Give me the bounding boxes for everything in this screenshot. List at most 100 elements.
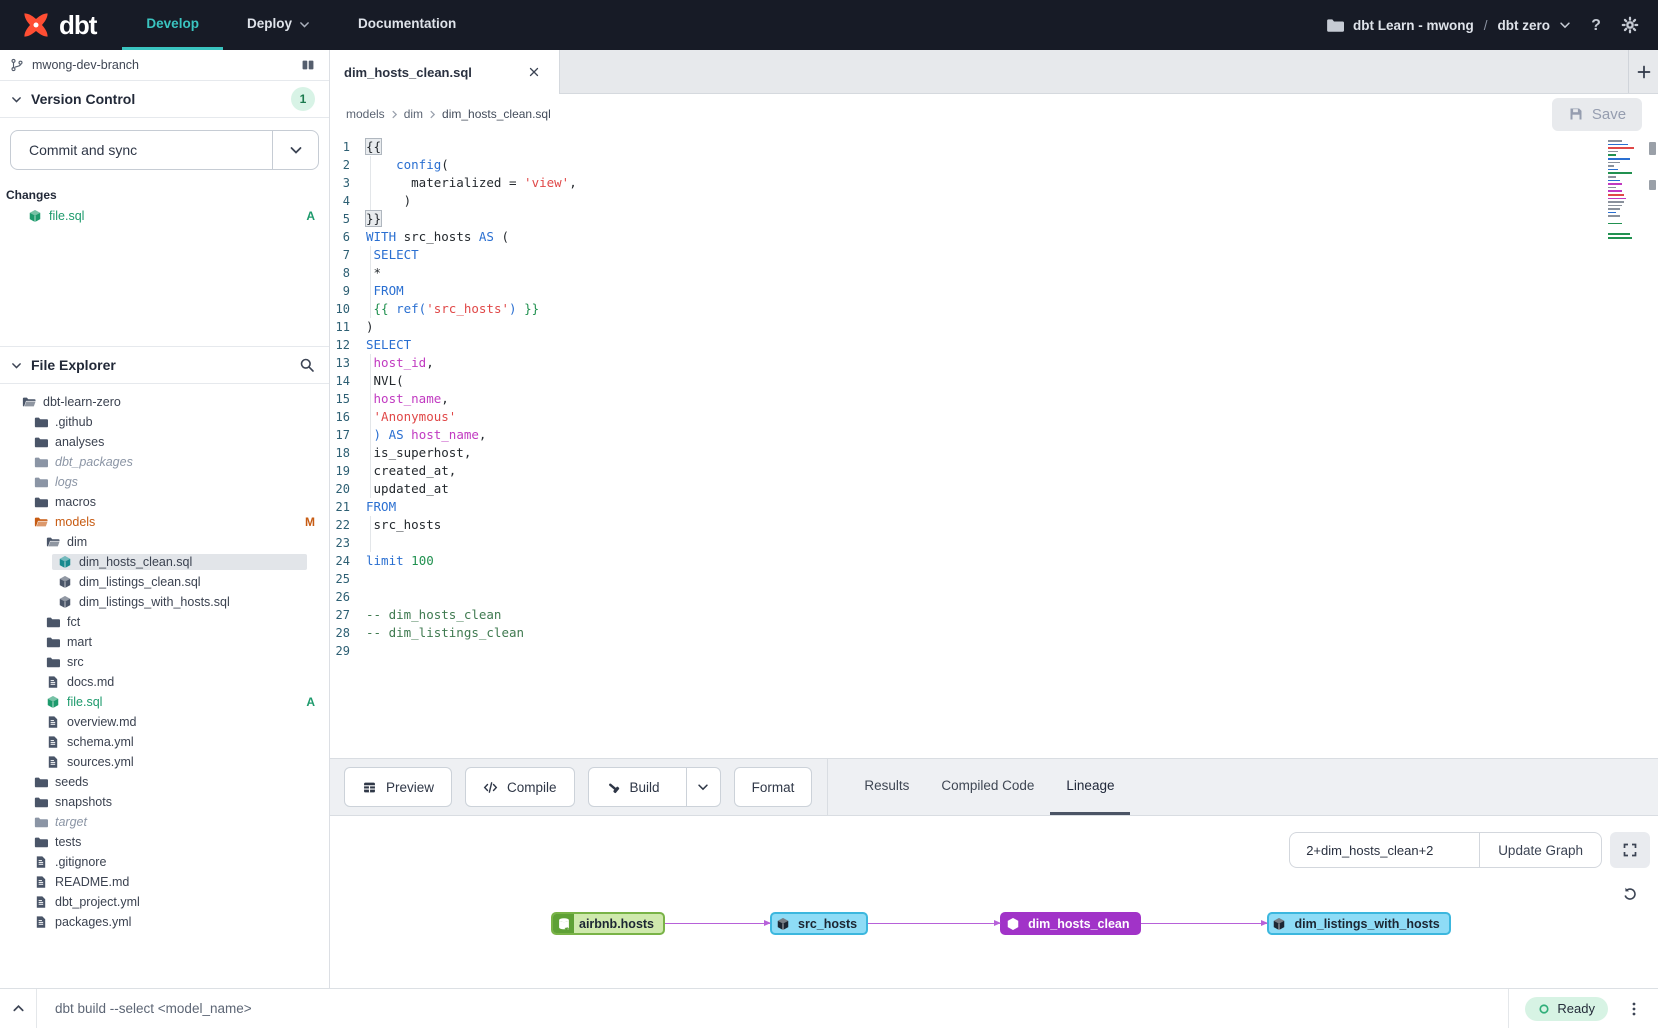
- account-switcher[interactable]: dbt Learn - mwong / dbt zero: [1325, 15, 1572, 35]
- tree-item-dim-listings-with-hosts-sql[interactable]: dim_listings_with_hosts.sql: [0, 592, 329, 612]
- code-line[interactable]: 15 host_name,: [330, 390, 1658, 408]
- tree-item-readme-md[interactable]: README.md: [0, 872, 329, 892]
- code-line[interactable]: 16 'Anonymous': [330, 408, 1658, 426]
- code-line[interactable]: 18 is_superhost,: [330, 444, 1658, 462]
- code-line[interactable]: 12SELECT: [330, 336, 1658, 354]
- code-line[interactable]: 11): [330, 318, 1658, 336]
- commit-and-sync-button[interactable]: Commit and sync: [10, 130, 319, 170]
- tree-item-tests[interactable]: tests: [0, 832, 329, 852]
- code-line[interactable]: 22 src_hosts: [330, 516, 1658, 534]
- format-button[interactable]: Format: [734, 767, 813, 807]
- lineage-node-airbnb-hosts[interactable]: airbnb.hosts: [551, 912, 665, 935]
- tree-item-overview-md[interactable]: overview.md: [0, 712, 329, 732]
- code-line[interactable]: 10 {{ ref('src_hosts') }}: [330, 300, 1658, 318]
- tree-item-packages-yml[interactable]: packages.yml: [0, 912, 329, 932]
- code-line[interactable]: 14 NVL(: [330, 372, 1658, 390]
- code-line[interactable]: 6WITH src_hosts AS (: [330, 228, 1658, 246]
- tree-item-logs[interactable]: logs: [0, 472, 329, 492]
- tree-item-dim-listings-clean-sql[interactable]: dim_listings_clean.sql: [0, 572, 329, 592]
- tab-dim-hosts-clean[interactable]: dim_hosts_clean.sql: [330, 50, 560, 94]
- search-icon[interactable]: [299, 357, 315, 373]
- fullscreen-button[interactable]: [1610, 832, 1650, 868]
- code-line[interactable]: 25: [330, 570, 1658, 588]
- new-tab-button[interactable]: [1628, 50, 1658, 93]
- tree-item-target[interactable]: target: [0, 812, 329, 832]
- tree-item-mart[interactable]: mart: [0, 632, 329, 652]
- code-line[interactable]: 23: [330, 534, 1658, 552]
- tree-item-schema-yml[interactable]: schema.yml: [0, 732, 329, 752]
- code-line[interactable]: 26: [330, 588, 1658, 606]
- tree-item--github[interactable]: .github: [0, 412, 329, 432]
- code-line[interactable]: 20 updated_at: [330, 480, 1658, 498]
- tree-item-docs-md[interactable]: docs.md: [0, 672, 329, 692]
- code-line[interactable]: 8 *: [330, 264, 1658, 282]
- file-explorer-header[interactable]: File Explorer: [0, 347, 329, 384]
- scrollbar-thumb[interactable]: [1649, 180, 1656, 190]
- command-input[interactable]: dbt build --select <model_name>: [36, 989, 1509, 1028]
- code-line[interactable]: 13 host_id,: [330, 354, 1658, 372]
- save-button[interactable]: Save: [1552, 98, 1642, 131]
- tree-item-seeds[interactable]: seeds: [0, 772, 329, 792]
- code-line[interactable]: 1{{: [330, 138, 1658, 156]
- code-line[interactable]: 3 materialized = 'view',: [330, 174, 1658, 192]
- nav-item-develop[interactable]: Develop: [122, 0, 223, 50]
- tree-item-dim-hosts-clean-sql[interactable]: dim_hosts_clean.sql: [0, 552, 329, 572]
- reset-graph-button[interactable]: [1610, 876, 1650, 912]
- tab-lineage[interactable]: Lineage: [1050, 759, 1130, 815]
- tree-item-dbt-learn-zero[interactable]: dbt-learn-zero: [0, 392, 329, 412]
- breadcrumb-models[interactable]: models: [346, 107, 385, 121]
- lineage-node-dim-listings-with-hosts[interactable]: dim_listings_with_hosts: [1267, 912, 1451, 935]
- tree-item-snapshots[interactable]: snapshots: [0, 792, 329, 812]
- tree-item-models[interactable]: modelsM: [0, 512, 329, 532]
- code-line[interactable]: 19 created_at,: [330, 462, 1658, 480]
- tree-item-analyses[interactable]: analyses: [0, 432, 329, 452]
- breadcrumb-dim[interactable]: dim: [404, 107, 423, 121]
- branch-row[interactable]: mwong-dev-branch: [0, 50, 329, 81]
- scrollbar-thumb[interactable]: [1649, 142, 1656, 155]
- code-line[interactable]: 5}}: [330, 210, 1658, 228]
- close-icon[interactable]: [527, 63, 545, 81]
- tree-item-src[interactable]: src: [0, 652, 329, 672]
- tree-item-fct[interactable]: fct: [0, 612, 329, 632]
- tree-item-file-sql[interactable]: file.sqlA: [0, 692, 329, 712]
- breadcrumb-dim-hosts-clean-sql[interactable]: dim_hosts_clean.sql: [442, 107, 551, 121]
- preview-button[interactable]: Preview: [344, 767, 452, 807]
- code-editor[interactable]: 1{{2 config(3 materialized = 'view',4 )5…: [330, 134, 1658, 758]
- tab-compiled-code[interactable]: Compiled Code: [925, 759, 1050, 815]
- command-bar-toggle[interactable]: [0, 989, 36, 1028]
- update-graph-button[interactable]: Update Graph: [1479, 832, 1602, 868]
- build-options-caret[interactable]: [686, 768, 720, 806]
- commit-options-caret[interactable]: [272, 131, 318, 169]
- kebab-menu-icon[interactable]: [1626, 1001, 1642, 1017]
- reader-view-icon[interactable]: [301, 58, 315, 72]
- code-line[interactable]: 27-- dim_hosts_clean: [330, 606, 1658, 624]
- dbt-logo[interactable]: dbt: [0, 0, 122, 50]
- compile-button[interactable]: Compile: [465, 767, 575, 807]
- gear-icon[interactable]: [1620, 15, 1640, 35]
- code-line[interactable]: 2 config(: [330, 156, 1658, 174]
- editor-minimap[interactable]: [1608, 140, 1642, 241]
- tree-item-dbt-packages[interactable]: dbt_packages: [0, 452, 329, 472]
- code-line[interactable]: 29: [330, 642, 1658, 660]
- nav-item-documentation[interactable]: Documentation: [334, 0, 480, 50]
- lineage-node-src-hosts[interactable]: src_hosts: [770, 912, 868, 935]
- tab-results[interactable]: Results: [848, 759, 925, 815]
- lineage-node-dim-hosts-clean[interactable]: dim_hosts_clean: [1000, 912, 1140, 935]
- code-line[interactable]: 28-- dim_listings_clean: [330, 624, 1658, 642]
- code-line[interactable]: 24limit 100: [330, 552, 1658, 570]
- tree-item-macros[interactable]: macros: [0, 492, 329, 512]
- code-line[interactable]: 17 ) AS host_name,: [330, 426, 1658, 444]
- tree-item--gitignore[interactable]: .gitignore: [0, 852, 329, 872]
- code-line[interactable]: 21FROM: [330, 498, 1658, 516]
- nav-item-deploy[interactable]: Deploy: [223, 0, 334, 50]
- code-line[interactable]: 4 ): [330, 192, 1658, 210]
- code-line[interactable]: 9 FROM: [330, 282, 1658, 300]
- build-button[interactable]: Build: [588, 767, 721, 807]
- help-icon[interactable]: ?: [1586, 15, 1606, 35]
- code-line[interactable]: 7 SELECT: [330, 246, 1658, 264]
- changed-file-row[interactable]: file.sql A: [0, 206, 329, 226]
- lineage-filter-input[interactable]: 2+dim_hosts_clean+2: [1289, 832, 1479, 868]
- tree-item-dim[interactable]: dim: [0, 532, 329, 552]
- version-control-header[interactable]: Version Control 1: [0, 81, 329, 118]
- tree-item-dbt-project-yml[interactable]: dbt_project.yml: [0, 892, 329, 912]
